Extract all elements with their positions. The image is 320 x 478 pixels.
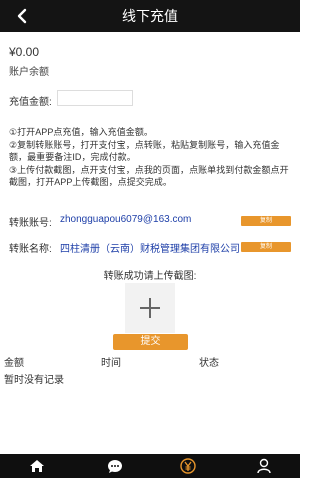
upload-screenshot-button[interactable] bbox=[125, 283, 175, 333]
empty-records-text: 暂时没有记录 bbox=[4, 375, 64, 386]
page-title: 线下充值 bbox=[122, 8, 178, 24]
upload-title: 转账成功请上传截图: bbox=[103, 271, 197, 282]
column-header-amount: 金额 bbox=[4, 358, 24, 369]
home-icon bbox=[30, 460, 44, 472]
tab-profile[interactable] bbox=[255, 457, 273, 475]
column-header-time: 时间 bbox=[101, 358, 121, 369]
instruction-step-2: ②复制转账账号，打开支付宝，点转账，粘贴复制账号，输入充值金额，最重要备注ID，… bbox=[9, 139, 280, 163]
tab-home[interactable] bbox=[28, 457, 46, 475]
user-icon bbox=[257, 458, 271, 474]
chat-icon bbox=[108, 460, 122, 473]
copy-name-button[interactable]: 复制 bbox=[241, 242, 291, 252]
submit-button[interactable]: 提交 bbox=[113, 334, 188, 350]
transfer-name-label: 转账名称: bbox=[9, 244, 52, 255]
bottom-tab-bar bbox=[0, 454, 300, 478]
recharge-amount-input[interactable] bbox=[57, 90, 133, 106]
transfer-name-value: 四柱清册（云南）财税管理集团有限公司 bbox=[60, 244, 240, 255]
balance-label: 账户余额 bbox=[9, 67, 49, 78]
instruction-step-1: ①打开APP点充值，输入充值金额。 bbox=[9, 127, 153, 137]
transfer-account-value: zhongguapou6079@163.com bbox=[60, 214, 192, 225]
header-bar: 线下充值 bbox=[0, 0, 300, 32]
yen-coin-icon bbox=[180, 458, 196, 474]
instructions: ①打开APP点充值，输入充值金额。 ②复制转账账号，打开支付宝，点转账，粘贴复制… bbox=[9, 126, 295, 189]
tab-recharge[interactable] bbox=[179, 457, 197, 475]
balance-amount: ¥0.00 bbox=[9, 45, 40, 59]
instruction-step-3: ③上传付款截图，点开支付宝，点我的页面，点账单找到付款金额点开截图，打开APP上… bbox=[9, 164, 289, 188]
column-header-status: 状态 bbox=[199, 358, 219, 369]
recharge-amount-label: 充值金额: bbox=[9, 97, 52, 108]
tab-messages[interactable] bbox=[106, 457, 124, 475]
transfer-account-label: 转账账号: bbox=[9, 218, 52, 229]
copy-account-button[interactable]: 复制 bbox=[241, 216, 291, 226]
